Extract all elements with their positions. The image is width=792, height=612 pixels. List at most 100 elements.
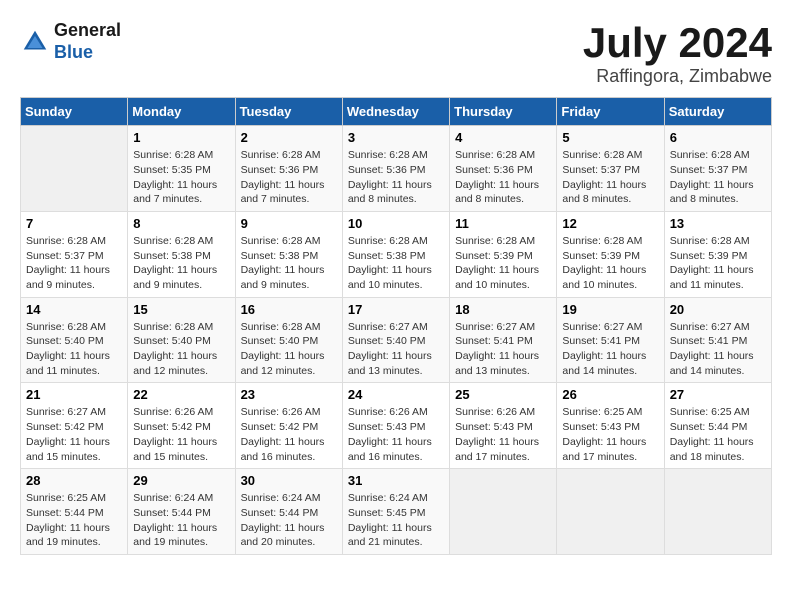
day-info: Sunrise: 6:27 AMSunset: 5:41 PMDaylight:…: [562, 320, 658, 379]
day-number: 19: [562, 302, 658, 317]
day-info: Sunrise: 6:28 AMSunset: 5:39 PMDaylight:…: [670, 234, 766, 293]
day-number: 21: [26, 387, 122, 402]
day-info: Sunrise: 6:27 AMSunset: 5:41 PMDaylight:…: [455, 320, 551, 379]
day-info: Sunrise: 6:27 AMSunset: 5:42 PMDaylight:…: [26, 405, 122, 464]
day-info: Sunrise: 6:28 AMSunset: 5:40 PMDaylight:…: [26, 320, 122, 379]
table-row: 16 Sunrise: 6:28 AMSunset: 5:40 PMDayligh…: [235, 297, 342, 383]
table-row: 30Sunrise: 6:24 AMSunset: 5:44 PMDayligh…: [235, 469, 342, 555]
day-info: Sunrise: 6:26 AMSunset: 5:43 PMDaylight:…: [455, 405, 551, 464]
table-row: 13 Sunrise: 6:28 AMSunset: 5:39 PMDayligh…: [664, 211, 771, 297]
day-number: 23: [241, 387, 337, 402]
week-row-2: 7 Sunrise: 6:28 AMSunset: 5:37 PMDaylight…: [21, 211, 772, 297]
day-info: Sunrise: 6:26 AMSunset: 5:43 PMDaylight:…: [348, 405, 444, 464]
day-info: Sunrise: 6:25 AMSunset: 5:43 PMDaylight:…: [562, 405, 658, 464]
month-title: July 2024: [583, 20, 772, 66]
day-info: Sunrise: 6:26 AMSunset: 5:42 PMDaylight:…: [241, 405, 337, 464]
table-row: 12Sunrise: 6:28 AMSunset: 5:39 PMDayligh…: [557, 211, 664, 297]
calendar-table: SundayMondayTuesdayWednesdayThursdayFrid…: [20, 97, 772, 555]
header-tuesday: Tuesday: [235, 98, 342, 126]
day-number: 27: [670, 387, 766, 402]
location-title: Raffingora, Zimbabwe: [583, 66, 772, 87]
table-row: 5 Sunrise: 6:28 AMSunset: 5:37 PMDaylight…: [557, 126, 664, 212]
table-row: [557, 469, 664, 555]
table-row: 21 Sunrise: 6:27 AMSunset: 5:42 PMDayligh…: [21, 383, 128, 469]
day-number: 13: [670, 216, 766, 231]
day-number: 20: [670, 302, 766, 317]
day-number: 30: [241, 473, 337, 488]
day-number: 16: [241, 302, 337, 317]
table-row: [450, 469, 557, 555]
table-row: 6Sunrise: 6:28 AMSunset: 5:37 PMDaylight…: [664, 126, 771, 212]
week-row-5: 28 Sunrise: 6:25 AMSunset: 5:44 PMDayligh…: [21, 469, 772, 555]
day-info: Sunrise: 6:28 AMSunset: 5:37 PMDaylight:…: [26, 234, 122, 293]
header-row: SundayMondayTuesdayWednesdayThursdayFrid…: [21, 98, 772, 126]
header-wednesday: Wednesday: [342, 98, 449, 126]
day-info: Sunrise: 6:28 AMSunset: 5:36 PMDaylight:…: [455, 148, 551, 207]
table-row: 25 Sunrise: 6:26 AMSunset: 5:43 PMDayligh…: [450, 383, 557, 469]
day-info: Sunrise: 6:28 AMSunset: 5:36 PMDaylight:…: [348, 148, 444, 207]
day-info: Sunrise: 6:28 AMSunset: 5:40 PMDaylight:…: [241, 320, 337, 379]
page-header: General Blue July 2024 Raffingora, Zimba…: [20, 20, 772, 87]
table-row: 17 Sunrise: 6:27 AMSunset: 5:40 PMDayligh…: [342, 297, 449, 383]
logo-line2: Blue: [54, 42, 121, 64]
day-number: 26: [562, 387, 658, 402]
day-number: 17: [348, 302, 444, 317]
day-info: Sunrise: 6:28 AMSunset: 5:37 PMDaylight:…: [670, 148, 766, 207]
header-thursday: Thursday: [450, 98, 557, 126]
day-info: Sunrise: 6:25 AMSunset: 5:44 PMDaylight:…: [26, 491, 122, 550]
day-number: 29: [133, 473, 229, 488]
table-row: 9 Sunrise: 6:28 AMSunset: 5:38 PMDaylight…: [235, 211, 342, 297]
table-row: 8Sunrise: 6:28 AMSunset: 5:38 PMDaylight…: [128, 211, 235, 297]
day-number: 4: [455, 130, 551, 145]
header-saturday: Saturday: [664, 98, 771, 126]
day-number: 24: [348, 387, 444, 402]
day-number: 28: [26, 473, 122, 488]
table-row: 18 Sunrise: 6:27 AMSunset: 5:41 PMDayligh…: [450, 297, 557, 383]
day-info: Sunrise: 6:25 AMSunset: 5:44 PMDaylight:…: [670, 405, 766, 464]
day-number: 25: [455, 387, 551, 402]
day-number: 15: [133, 302, 229, 317]
table-row: 15 Sunrise: 6:28 AMSunset: 5:40 PMDayligh…: [128, 297, 235, 383]
day-number: 1: [133, 130, 229, 145]
table-row: [664, 469, 771, 555]
table-row: 10Sunrise: 6:28 AMSunset: 5:38 PMDayligh…: [342, 211, 449, 297]
day-number: 8: [133, 216, 229, 231]
day-number: 9: [241, 216, 337, 231]
table-row: 4 Sunrise: 6:28 AMSunset: 5:36 PMDaylight…: [450, 126, 557, 212]
table-row: 19 Sunrise: 6:27 AMSunset: 5:41 PMDayligh…: [557, 297, 664, 383]
day-info: Sunrise: 6:28 AMSunset: 5:39 PMDaylight:…: [455, 234, 551, 293]
table-row: 31 Sunrise: 6:24 AMSunset: 5:45 PMDayligh…: [342, 469, 449, 555]
day-info: Sunrise: 6:24 AMSunset: 5:45 PMDaylight:…: [348, 491, 444, 550]
day-info: Sunrise: 6:28 AMSunset: 5:38 PMDaylight:…: [241, 234, 337, 293]
day-info: Sunrise: 6:26 AMSunset: 5:42 PMDaylight:…: [133, 405, 229, 464]
header-friday: Friday: [557, 98, 664, 126]
day-number: 10: [348, 216, 444, 231]
day-number: 22: [133, 387, 229, 402]
table-row: 29 Sunrise: 6:24 AMSunset: 5:44 PMDayligh…: [128, 469, 235, 555]
day-info: Sunrise: 6:28 AMSunset: 5:37 PMDaylight:…: [562, 148, 658, 207]
table-row: 24 Sunrise: 6:26 AMSunset: 5:43 PMDayligh…: [342, 383, 449, 469]
day-number: 7: [26, 216, 122, 231]
day-info: Sunrise: 6:28 AMSunset: 5:39 PMDaylight:…: [562, 234, 658, 293]
day-number: 18: [455, 302, 551, 317]
table-row: 7 Sunrise: 6:28 AMSunset: 5:37 PMDaylight…: [21, 211, 128, 297]
table-row: 26 Sunrise: 6:25 AMSunset: 5:43 PMDayligh…: [557, 383, 664, 469]
day-info: Sunrise: 6:28 AMSunset: 5:36 PMDaylight:…: [241, 148, 337, 207]
table-row: 3Sunrise: 6:28 AMSunset: 5:36 PMDaylight…: [342, 126, 449, 212]
table-row: 1Sunrise: 6:28 AMSunset: 5:35 PMDaylight…: [128, 126, 235, 212]
week-row-4: 21 Sunrise: 6:27 AMSunset: 5:42 PMDayligh…: [21, 383, 772, 469]
table-row: 14 Sunrise: 6:28 AMSunset: 5:40 PMDayligh…: [21, 297, 128, 383]
day-number: 5: [562, 130, 658, 145]
logo-line1: General: [54, 20, 121, 42]
header-monday: Monday: [128, 98, 235, 126]
day-info: Sunrise: 6:24 AMSunset: 5:44 PMDaylight:…: [133, 491, 229, 550]
day-number: 31: [348, 473, 444, 488]
day-info: Sunrise: 6:27 AMSunset: 5:40 PMDaylight:…: [348, 320, 444, 379]
day-number: 11: [455, 216, 551, 231]
day-number: 14: [26, 302, 122, 317]
table-row: 20 Sunrise: 6:27 AMSunset: 5:41 PMDayligh…: [664, 297, 771, 383]
day-info: Sunrise: 6:27 AMSunset: 5:41 PMDaylight:…: [670, 320, 766, 379]
logo-icon: [20, 27, 50, 57]
day-info: Sunrise: 6:28 AMSunset: 5:40 PMDaylight:…: [133, 320, 229, 379]
table-row: 11 Sunrise: 6:28 AMSunset: 5:39 PMDayligh…: [450, 211, 557, 297]
